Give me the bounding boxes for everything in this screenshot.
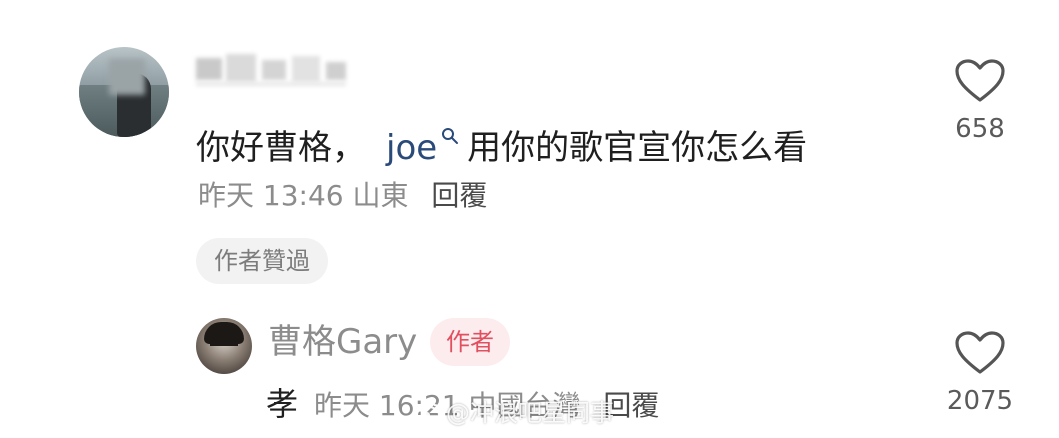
- mention-name[interactable]: joe: [386, 128, 437, 168]
- reply-like-count: 2075: [946, 386, 1014, 416]
- commenter-username-redacted[interactable]: [196, 52, 396, 88]
- weibo-logo-icon: [416, 399, 442, 424]
- heart-outline-icon[interactable]: [954, 330, 1006, 376]
- comment-body: 你好曹格， joe 用你的歌官宣你怎么看: [196, 112, 807, 170]
- comment-meta: 昨天 13:46 山東 回覆: [198, 176, 487, 216]
- comment-like-group[interactable]: 658: [940, 58, 1020, 144]
- reply-like-group[interactable]: 2075: [940, 330, 1020, 416]
- comment-location: 山東: [352, 179, 409, 212]
- comment-like-count: 658: [955, 114, 1005, 144]
- avatar-glasses: [210, 344, 238, 352]
- comment-time: 昨天 13:46: [198, 179, 344, 212]
- author-badge: 作者: [430, 318, 510, 366]
- reply-author-name[interactable]: 曹格Gary: [268, 318, 417, 366]
- author-liked-badge: 作者贊過: [196, 238, 328, 284]
- avatar-mosaic: [109, 59, 145, 95]
- reply-button[interactable]: 回覆: [431, 179, 487, 212]
- reply-author-avatar[interactable]: [196, 318, 252, 374]
- watermark: @冲浪吧星同事: [416, 396, 614, 430]
- search-icon[interactable]: [441, 112, 459, 144]
- heart-outline-icon[interactable]: [954, 58, 1006, 104]
- avatar-hair: [204, 322, 244, 344]
- commenter-avatar[interactable]: [79, 47, 169, 137]
- reply-body: 孝: [266, 385, 299, 423]
- watermark-text: @冲浪吧星同事: [446, 399, 614, 427]
- mention-link[interactable]: joe: [386, 128, 467, 168]
- comment-text-start: 你好曹格，: [196, 128, 366, 168]
- comment-text-end: 用你的歌官宣你怎么看: [467, 128, 808, 168]
